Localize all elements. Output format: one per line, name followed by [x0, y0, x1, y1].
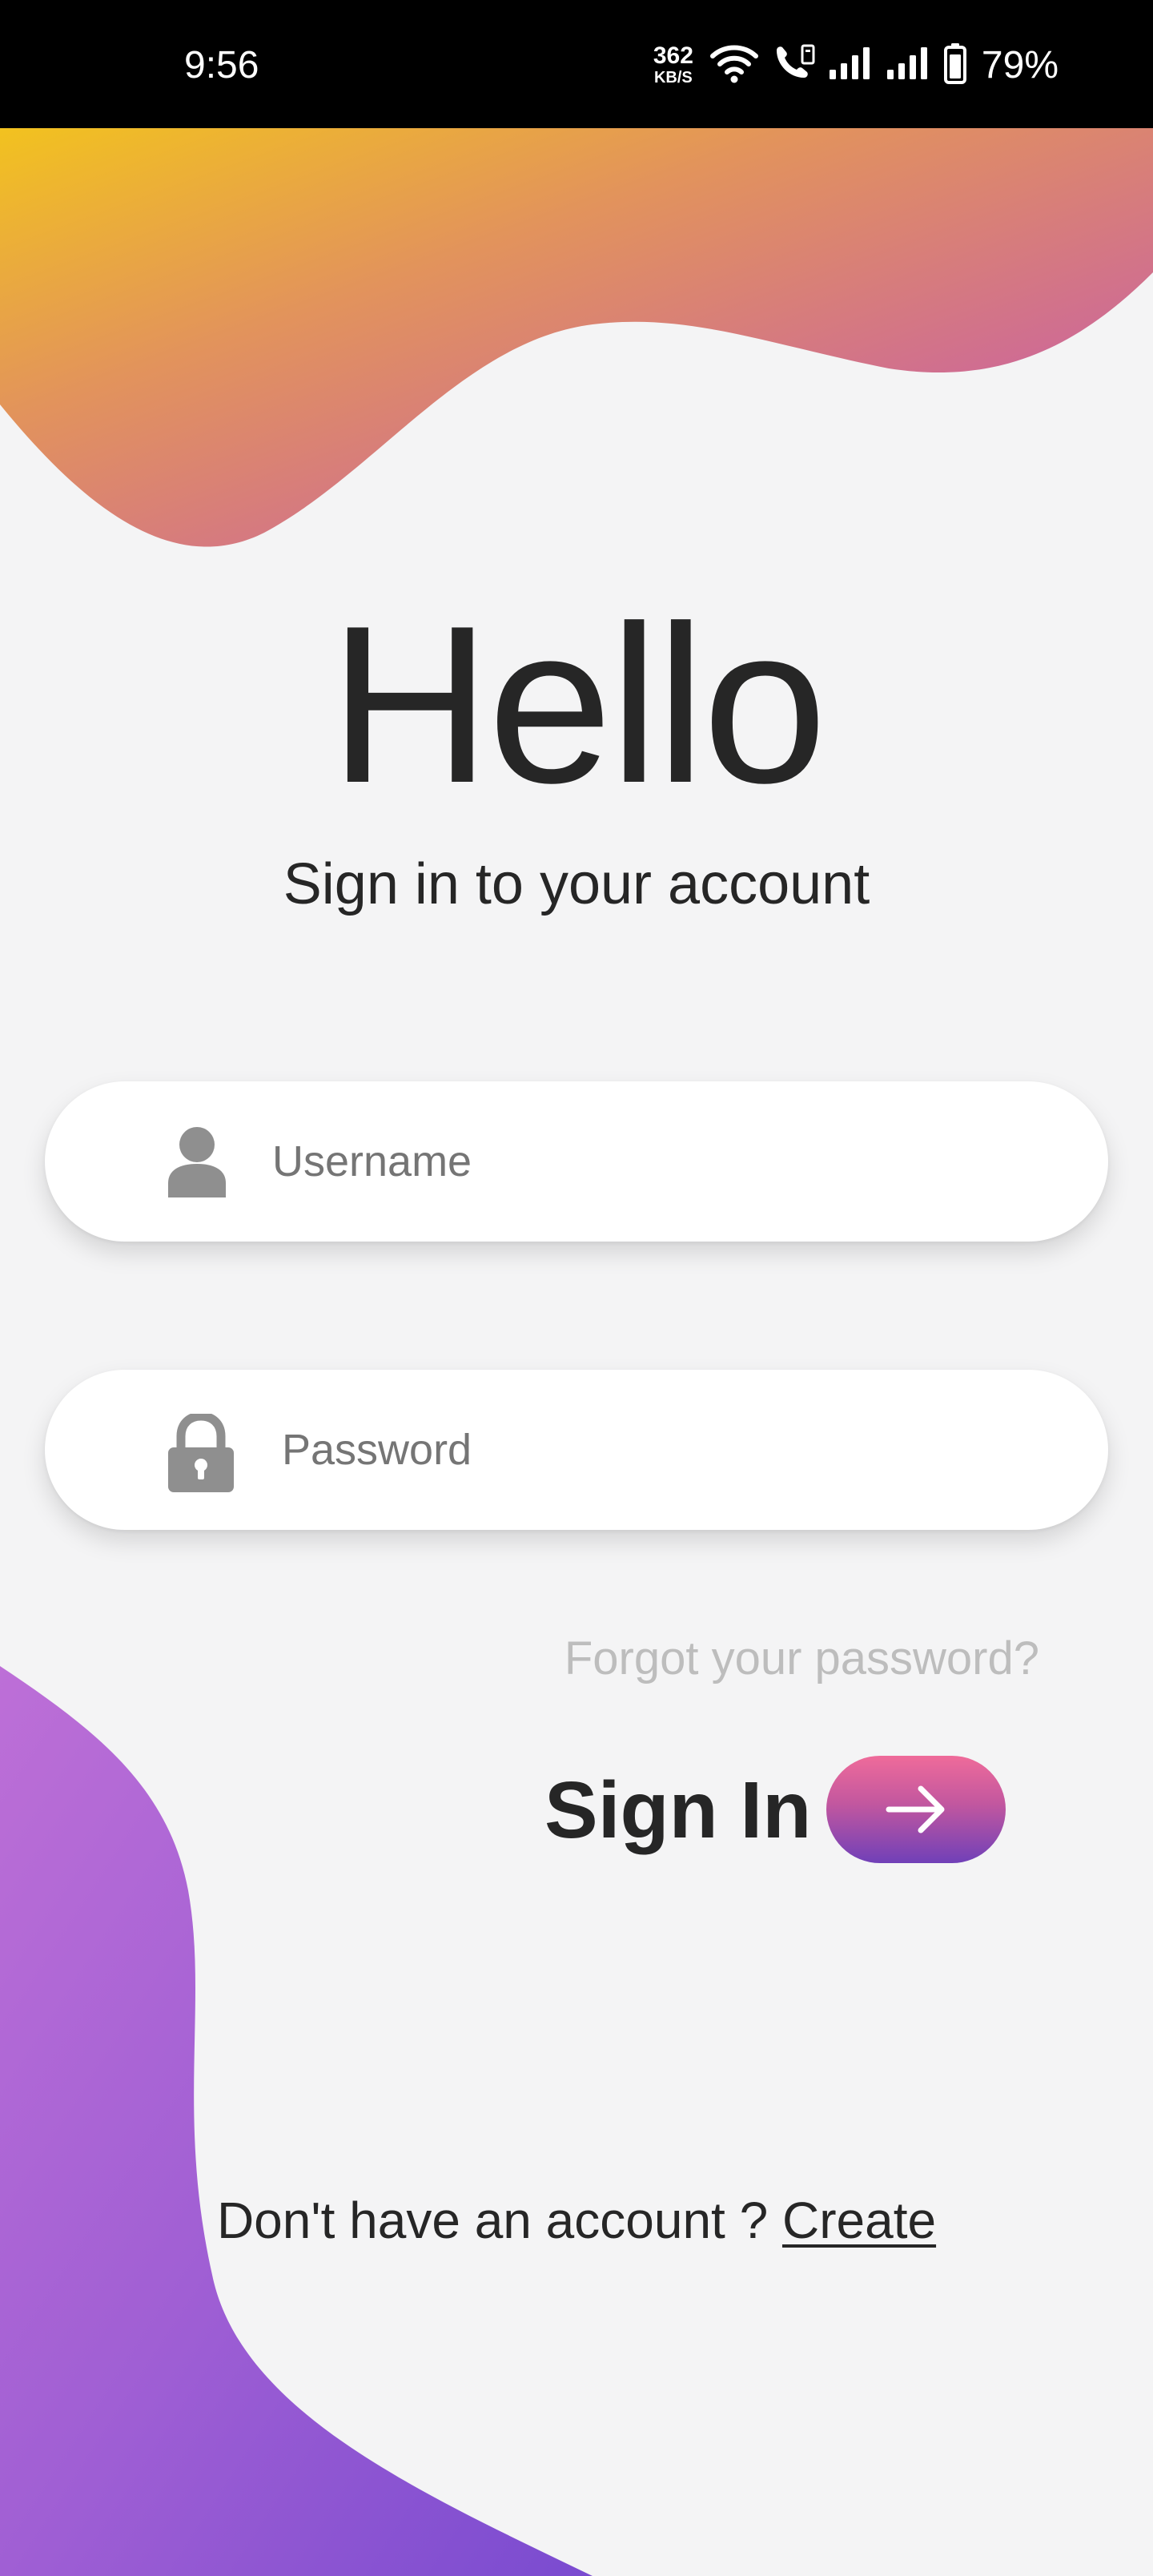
username-input[interactable] [272, 1113, 1041, 1210]
status-icons: 362 KB/S 79% [653, 37, 1059, 93]
signal-1-icon [828, 46, 874, 85]
no-account-text: Don't have an account ? [216, 2192, 782, 2249]
arrow-right-icon [886, 1785, 945, 1833]
create-account-prompt: Don't have an account ? Create [0, 2188, 1153, 2252]
network-speed: 362 KB/S [653, 42, 693, 87]
sign-in-button[interactable] [826, 1756, 1006, 1863]
network-speed-value: 362 [653, 42, 693, 69]
password-input[interactable] [282, 1402, 1051, 1498]
username-field[interactable] [45, 1081, 1108, 1242]
status-bar: 9:56 362 KB/S 79% [0, 0, 1153, 128]
signal-2-icon [886, 46, 932, 85]
lock-icon [165, 1411, 237, 1498]
create-account-link[interactable]: Create [782, 2192, 936, 2249]
sign-in-label[interactable]: Sign In [544, 1762, 811, 1858]
password-field[interactable] [45, 1370, 1108, 1530]
status-time: 9:56 [184, 44, 259, 87]
page-subtitle: Sign in to your account [283, 852, 870, 916]
user-icon [165, 1125, 229, 1201]
volte-call-icon [770, 42, 817, 88]
top-decorative-wave [0, 128, 1153, 547]
network-speed-unit: KB/S [653, 69, 693, 87]
login-screen: 9:56 362 KB/S 79% Hello Sign in to your … [0, 0, 1153, 2576]
bottom-decorative-wave [0, 1666, 593, 2576]
battery-percentage: 79% [981, 43, 1059, 87]
battery-icon [943, 42, 967, 88]
wifi-icon [709, 42, 759, 88]
forgot-password-link[interactable]: Forgot your password? [564, 1631, 1039, 1687]
page-title: Hello [328, 580, 827, 830]
